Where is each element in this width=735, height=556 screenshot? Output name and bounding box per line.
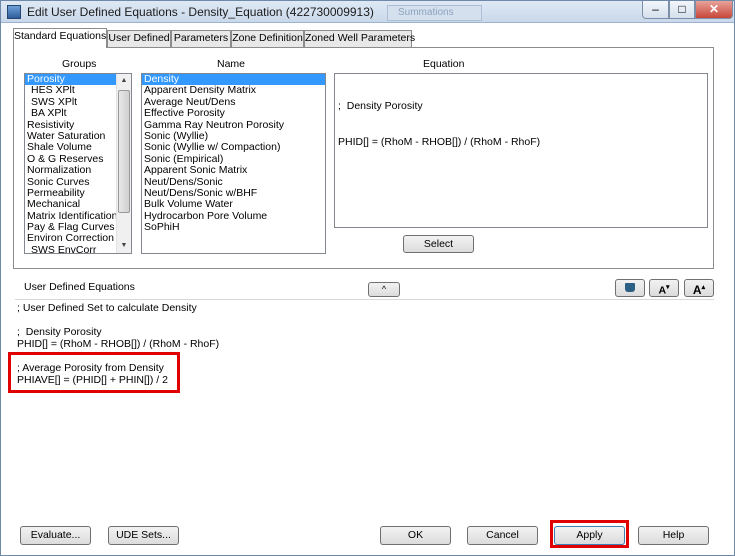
- scroll-up-icon[interactable]: ▲: [117, 74, 131, 88]
- group-list-item[interactable]: Mechanical: [25, 198, 116, 210]
- highlight-box-equation: [8, 352, 180, 393]
- maximize-button[interactable]: □: [669, 1, 695, 19]
- equation-line: PHID[] = (RhoM - RHOB[]) / (RhoM - RhoF): [338, 136, 541, 148]
- increase-font-button[interactable]: A▴: [684, 279, 714, 297]
- ude-line: PHID[] = (RhoM - RHOB[]) / (RhoM - RhoF): [17, 338, 220, 350]
- group-list-item[interactable]: Normalization: [25, 164, 116, 176]
- close-button[interactable]: ✕: [695, 1, 733, 19]
- equation-header: Equation: [423, 58, 465, 70]
- collapse-button[interactable]: ^: [368, 282, 400, 297]
- scroll-down-icon[interactable]: ▼: [117, 239, 131, 253]
- title-bar[interactable]: Edit User Defined Equations - Density_Eq…: [1, 1, 734, 23]
- equation-display: ; Density Porosity PHID[] = (RhoM - RHOB…: [334, 73, 708, 228]
- background-window-tab: Summations: [387, 5, 482, 21]
- name-header: Name: [217, 58, 246, 70]
- equation-name-list-item[interactable]: Bulk Volume Water: [142, 198, 325, 210]
- decrease-font-button[interactable]: A▾: [649, 279, 679, 297]
- equation-name-list-item[interactable]: Effective Porosity: [142, 107, 325, 119]
- paint-bucket-icon: [625, 283, 635, 292]
- edit-ude-dialog: Edit User Defined Equations - Density_Eq…: [0, 0, 735, 556]
- equation-name-list-item[interactable]: Apparent Sonic Matrix: [142, 164, 325, 176]
- tab-zone-definition[interactable]: Zone Definition: [231, 30, 304, 47]
- tab-zoned-well-parameters[interactable]: Zoned Well Parameters: [304, 30, 415, 47]
- evaluate-button[interactable]: Evaluate...: [20, 526, 91, 545]
- ude-sets-button[interactable]: UDE Sets...: [108, 526, 179, 545]
- font-decrease-icon: A: [658, 284, 667, 297]
- group-list-item[interactable]: SWS EnvCorr: [25, 244, 116, 253]
- ude-line: ; Density Porosity: [17, 326, 102, 338]
- groups-scrollbar[interactable]: ▲ ▼: [116, 74, 131, 253]
- select-button[interactable]: Select: [403, 235, 474, 253]
- tab-user-defined[interactable]: User Defined: [107, 30, 171, 47]
- help-button[interactable]: Help: [638, 526, 709, 545]
- equation-name-list-item[interactable]: SoPhiH: [142, 221, 325, 233]
- tab-parameters[interactable]: Parameters: [171, 30, 231, 47]
- scroll-thumb[interactable]: [118, 90, 130, 213]
- groups-header: Groups: [62, 58, 97, 70]
- standard-equations-panel: Groups Name Equation Porosity HES XPlt SWS…: [13, 47, 714, 269]
- ok-button[interactable]: OK: [380, 526, 451, 545]
- ude-editor[interactable]: ; User Defined Set to calculate Density …: [15, 299, 714, 512]
- cancel-button[interactable]: Cancel: [467, 526, 538, 545]
- ude-section-label: User Defined Equations: [24, 281, 135, 293]
- ude-line: ; User Defined Set to calculate Density: [17, 302, 197, 314]
- group-list-item[interactable]: BA XPlt: [25, 107, 116, 119]
- minimize-button[interactable]: –: [642, 1, 669, 19]
- app-icon: [7, 5, 21, 19]
- window-title: Edit User Defined Equations - Density_Eq…: [27, 5, 374, 19]
- highlight-box-apply: [550, 520, 629, 548]
- tab-standard-equations[interactable]: Standard Equations: [13, 28, 107, 48]
- names-listbox[interactable]: Density Apparent Density Matrix Average Ne…: [141, 73, 326, 254]
- font-increase-icon: A: [692, 283, 702, 297]
- groups-listbox[interactable]: Porosity HES XPlt SWS XPlt BA XPlt Resistivi…: [24, 73, 132, 254]
- equation-line: ; Density Porosity: [338, 100, 423, 112]
- highlight-color-button[interactable]: [615, 279, 645, 297]
